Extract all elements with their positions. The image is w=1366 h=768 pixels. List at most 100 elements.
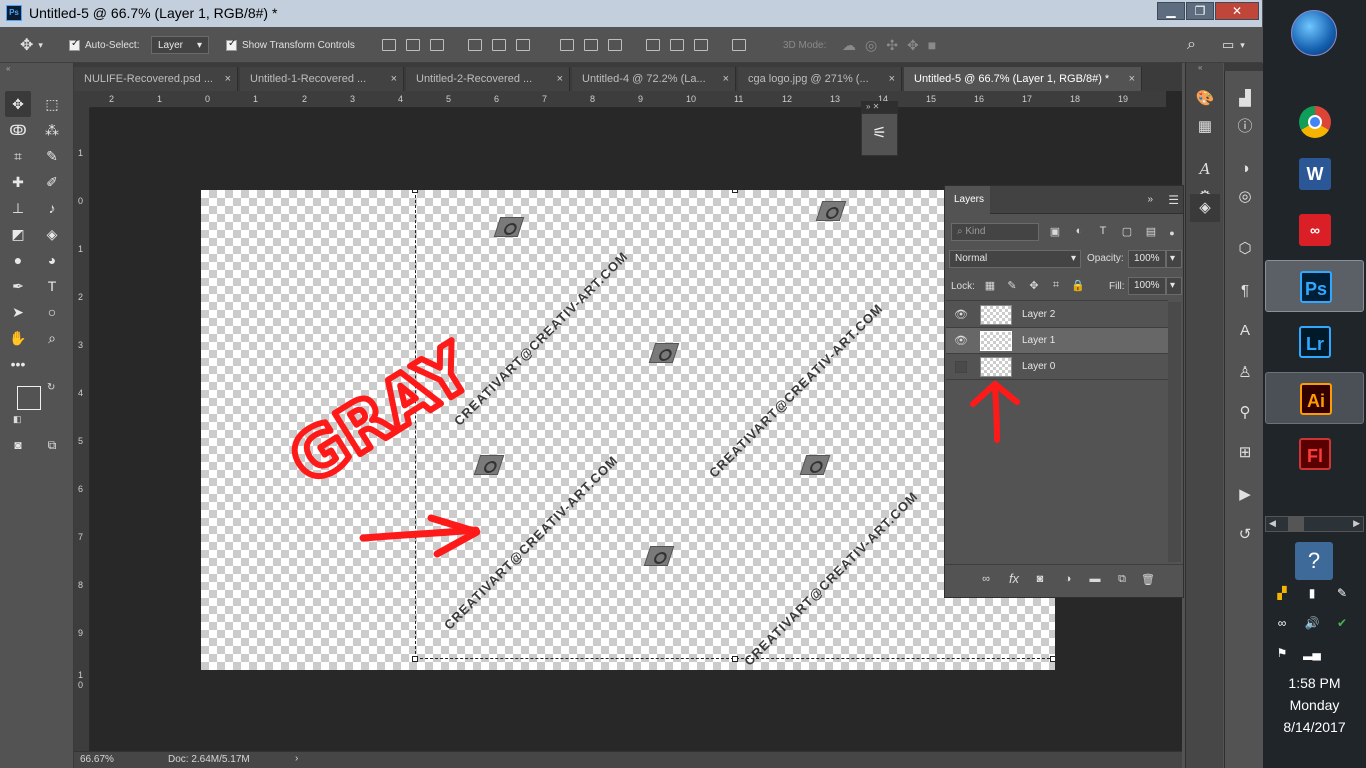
align-bottom-icon[interactable] <box>430 39 444 51</box>
history-icon[interactable]: ↺ <box>1230 521 1260 549</box>
tab-untitled-1[interactable]: Untitled-1-Recovered ... × <box>240 67 404 91</box>
layer-style-fx-icon[interactable]: fx <box>1007 571 1021 586</box>
visibility-eye-icon[interactable]: 👁 <box>954 308 968 322</box>
panel-header[interactable]: » ✕ <box>861 101 898 113</box>
eraser-tool-icon[interactable]: ◩ <box>5 221 31 247</box>
taskbar-photoshop[interactable]: Ps <box>1265 260 1364 312</box>
battery-tray-icon[interactable]: ▮ <box>1303 586 1321 604</box>
layers-panel-icon[interactable]: ◈ <box>1190 194 1220 222</box>
close-tab-icon[interactable]: × <box>1129 67 1135 91</box>
zoom-tool-icon[interactable]: ⌕ <box>39 325 65 351</box>
collapse-panel-icon[interactable]: » <box>1147 194 1153 205</box>
align-right-icon[interactable] <box>516 39 530 51</box>
brush-tool-icon[interactable]: ✐ <box>39 169 65 195</box>
expand-dock-icon[interactable]: « <box>1198 63 1202 72</box>
path-selection-tool-icon[interactable]: ➤ <box>5 299 31 325</box>
filter-toggle-icon[interactable]: ● <box>1165 228 1179 238</box>
distribute-vcenter-icon[interactable] <box>584 39 598 51</box>
wifi-signal-icon[interactable]: ▂▄ <box>1303 646 1321 664</box>
restore-button[interactable]: ❐ <box>1186 2 1214 20</box>
adjustment-layer-icon[interactable]: ◑ <box>1061 573 1075 585</box>
fill-dropdown-icon[interactable]: ▾ <box>1166 277 1182 295</box>
move-tool-preset-icon[interactable]: ✥ ▾ <box>20 27 43 63</box>
filter-adjustment-icon[interactable]: ◐ <box>1072 225 1086 237</box>
3d-icon[interactable]: ⬡ <box>1230 235 1260 263</box>
network-tray-icon[interactable]: ✎ <box>1333 586 1351 604</box>
auto-align-icon[interactable] <box>732 39 746 51</box>
taskbar-word[interactable]: W <box>1265 148 1364 200</box>
histogram-icon[interactable]: ▟ <box>1230 85 1260 113</box>
layer-kind-filter[interactable]: ⌕ Kind <box>951 223 1039 241</box>
document-canvas[interactable]: CREATIVART@CREATIV-ART.COM CREATIVART@CR… <box>201 190 1055 670</box>
lasso-tool-icon[interactable]: ↂ <box>5 117 31 143</box>
layers-scrollbar[interactable] <box>1168 302 1181 562</box>
color-panel-icon[interactable]: 🎨 <box>1190 85 1220 113</box>
lock-position-icon[interactable]: ✥ <box>1027 279 1041 292</box>
minimize-button[interactable]: ▁ <box>1157 2 1185 20</box>
distribute-hcenter-icon[interactable] <box>670 39 684 51</box>
filter-shape-icon[interactable]: ▢ <box>1120 225 1134 238</box>
tab-cga-logo[interactable]: cga logo.jpg @ 271% (... × <box>738 67 902 91</box>
volume-tray-icon[interactable]: 🔊 <box>1303 616 1321 634</box>
visibility-eye-icon[interactable]: 👁 <box>954 334 968 348</box>
taskbar-illustrator[interactable]: Ai <box>1265 372 1364 424</box>
3d-roll-icon[interactable]: ◎ <box>865 37 877 54</box>
taskbar-flash[interactable]: Fl <box>1265 428 1364 480</box>
3d-pan-icon[interactable]: ✣ <box>886 37 898 54</box>
close-tab-icon[interactable]: × <box>723 67 729 91</box>
creative-cloud-tray-icon[interactable]: ∞ <box>1273 616 1291 634</box>
align-top-icon[interactable] <box>382 39 396 51</box>
info-icon[interactable]: ⓘ <box>1230 113 1260 141</box>
character-styles-icon[interactable]: A <box>1190 155 1220 183</box>
system-clock[interactable]: 1:58 PM Monday 8/14/2017 <box>1263 672 1366 738</box>
type-tool-icon[interactable]: T <box>39 273 65 299</box>
action-center-flag-icon[interactable]: ⚑ <box>1273 646 1291 664</box>
distribute-top-icon[interactable] <box>560 39 574 51</box>
layer-row-layer-0[interactable]: Layer 0 <box>946 354 1168 380</box>
clone-stamp-tool-icon[interactable]: ⊥ <box>5 195 31 221</box>
layer-row-layer-1[interactable]: 👁 Layer 1 <box>946 328 1168 354</box>
marquee-tool-icon[interactable]: ⬚ <box>39 91 65 117</box>
paragraph-icon[interactable]: ¶ <box>1230 277 1260 305</box>
screen-mode-icon[interactable]: ⧉ <box>39 432 65 458</box>
actions-play-icon[interactable]: ▶ <box>1230 481 1260 509</box>
swatches-panel-icon[interactable]: ▦ <box>1190 113 1220 141</box>
delete-layer-icon[interactable]: 🗑 <box>1141 573 1155 586</box>
foreground-color-swatch[interactable] <box>17 386 41 410</box>
filter-type-icon[interactable]: T <box>1096 225 1110 237</box>
align-left-icon[interactable] <box>468 39 482 51</box>
close-tab-icon[interactable]: × <box>391 67 397 91</box>
new-layer-icon[interactable]: ⧉ <box>1115 573 1129 586</box>
ellipse-tool-icon[interactable]: ○ <box>39 299 65 325</box>
link-layers-icon[interactable]: ∞ <box>979 573 993 585</box>
opacity-dropdown-icon[interactable]: ▾ <box>1166 250 1182 268</box>
brush-presets-icon[interactable]: ⚲ <box>1230 399 1260 427</box>
windows-update-tray-icon[interactable]: ▞ <box>1273 586 1291 604</box>
3d-slide-icon[interactable]: ✥ <box>907 37 919 54</box>
blend-mode-select[interactable]: Normal ▾ <box>949 250 1081 268</box>
lock-artboard-icon[interactable]: ⌗ <box>1049 279 1063 292</box>
pen-tool-icon[interactable]: ✒ <box>5 273 31 299</box>
taskbar-lightroom[interactable]: Lr <box>1265 316 1364 368</box>
opacity-field[interactable]: 100% <box>1128 250 1166 268</box>
help-tray-icon[interactable]: ? <box>1295 542 1333 580</box>
dodge-tool-icon[interactable]: ◕ <box>39 247 65 273</box>
search-icon[interactable]: ⌕ <box>1187 27 1196 63</box>
3d-orbit-icon[interactable]: ☁ <box>842 37 856 54</box>
close-tab-icon[interactable]: × <box>889 67 895 91</box>
auto-select-dropdown[interactable]: Layer ▾ <box>151 36 209 54</box>
taskbar-chrome[interactable] <box>1265 96 1364 148</box>
filter-pixel-icon[interactable]: ▣ <box>1048 225 1062 238</box>
3d-scale-icon[interactable]: ■ <box>928 37 936 53</box>
layer-row-layer-2[interactable]: 👁 Layer 2 <box>946 302 1168 328</box>
healing-brush-tool-icon[interactable]: ✚ <box>5 169 31 195</box>
tab-nulife[interactable]: NULIFE-Recovered.psd ... × <box>74 67 238 91</box>
distribute-right-icon[interactable] <box>694 39 708 51</box>
crop-tool-icon[interactable]: ⌗ <box>5 143 31 169</box>
history-brush-tool-icon[interactable]: ♪ <box>39 195 65 221</box>
show-transform-checkbox[interactable]: Show Transform Controls <box>226 27 355 63</box>
fill-field[interactable]: 100% <box>1128 277 1166 295</box>
close-button[interactable]: ✕ <box>1215 2 1259 20</box>
layers-tab[interactable]: Layers <box>945 186 990 214</box>
magic-wand-tool-icon[interactable]: ⁂ <box>39 117 65 143</box>
